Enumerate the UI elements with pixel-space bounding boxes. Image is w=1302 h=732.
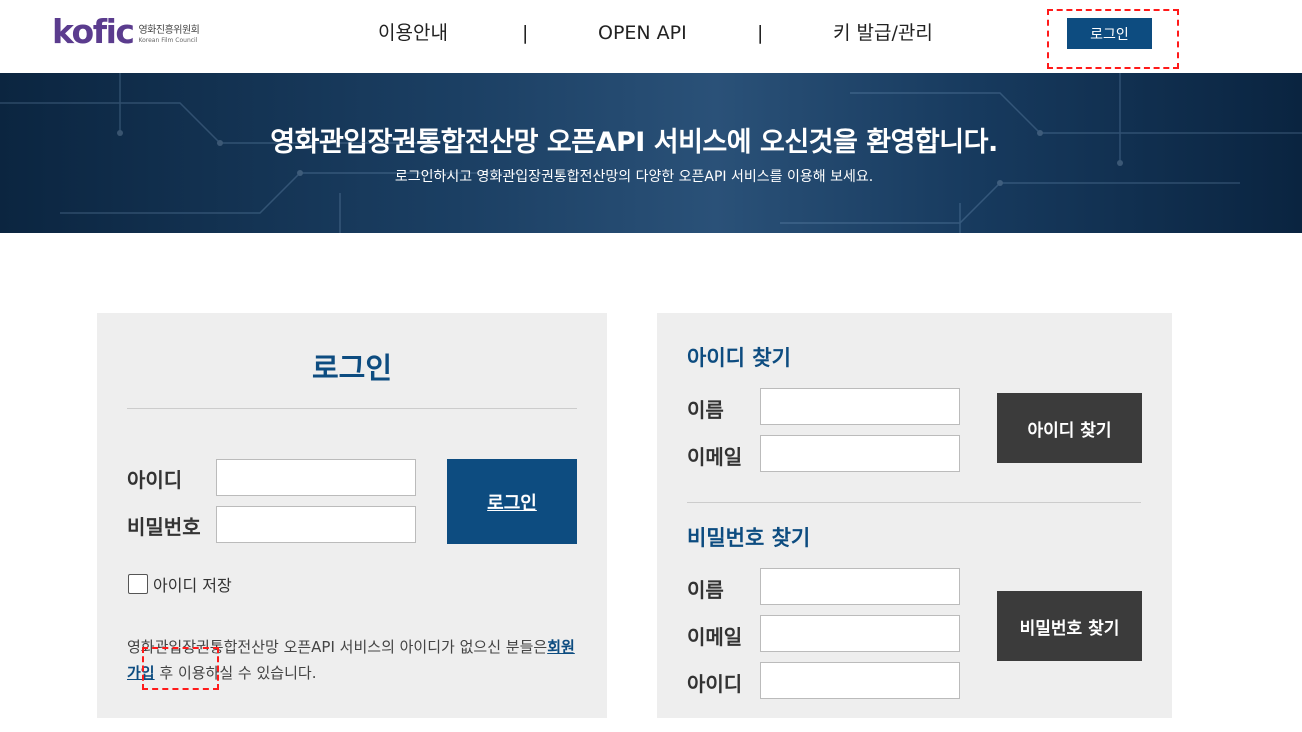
find-account-panel: 아이디 찾기 이름 이메일 아이디 찾기 비밀번호 찾기 이름 이메일 아이디 …: [657, 313, 1172, 718]
logo-subtitle: 영화진흥위원회 Korean Film Council: [138, 25, 199, 45]
find-id-title: 아이디 찾기: [687, 346, 791, 370]
find-password-email-label: 이메일: [687, 625, 743, 649]
remember-id-checkbox[interactable]: [128, 574, 148, 594]
nav-separator: |: [522, 22, 529, 44]
find-password-title: 비밀번호 찾기: [687, 526, 811, 550]
kofic-logo[interactable]: kofic 영화진흥위원회 Korean Film Council: [52, 12, 200, 51]
login-panel: 로그인 아이디 비밀번호 로그인 아이디 저장 영화관입장권통합전산망 오픈AP…: [97, 313, 607, 718]
highlight-annotation: [142, 647, 219, 690]
find-password-email-input[interactable]: [760, 615, 960, 652]
nav-separator: |: [757, 22, 764, 44]
find-password-id-input[interactable]: [760, 662, 960, 699]
divider: [687, 502, 1141, 503]
welcome-banner: 영화관입장권통합전산망 오픈API 서비스에 오신것을 환영합니다. 로그인하시…: [0, 73, 1302, 233]
nav-key-management[interactable]: 키 발급/관리: [833, 20, 933, 46]
nav-open-api[interactable]: OPEN API: [598, 20, 687, 46]
nav-usage-guide[interactable]: 이용안내: [378, 20, 448, 46]
find-id-name-label: 이름: [687, 398, 724, 422]
find-id-email-input[interactable]: [760, 435, 960, 472]
banner-title: 영화관입장권통합전산망 오픈API 서비스에 오신것을 환영합니다.: [270, 127, 998, 158]
password-input[interactable]: [216, 506, 416, 543]
highlight-annotation: [1047, 9, 1179, 69]
login-title: 로그인: [311, 351, 393, 385]
password-label: 비밀번호: [127, 515, 201, 539]
logo-wordmark: kofic: [52, 12, 135, 51]
site-header: kofic 영화진흥위원회 Korean Film Council 이용안내 |…: [0, 0, 1302, 73]
find-password-name-label: 이름: [687, 578, 724, 602]
find-password-button[interactable]: 비밀번호 찾기: [997, 591, 1142, 661]
logo-english-name: Korean Film Council: [138, 37, 198, 44]
find-password-id-label: 아이디: [687, 672, 743, 696]
find-id-name-input[interactable]: [760, 388, 960, 425]
logo-korean-name: 영화진흥위원회: [138, 25, 200, 36]
banner-subtitle: 로그인하시고 영화관입장권통합전산망의 다양한 오픈API 서비스를 이용해 보…: [394, 169, 874, 185]
remember-id-label[interactable]: 아이디 저장: [153, 572, 232, 596]
divider: [127, 408, 577, 409]
login-submit-button[interactable]: 로그인: [447, 459, 577, 544]
id-input[interactable]: [216, 459, 416, 496]
find-id-button[interactable]: 아이디 찾기: [997, 393, 1142, 463]
id-label: 아이디: [127, 468, 183, 492]
find-password-name-input[interactable]: [760, 568, 960, 605]
find-id-email-label: 이메일: [687, 445, 743, 469]
